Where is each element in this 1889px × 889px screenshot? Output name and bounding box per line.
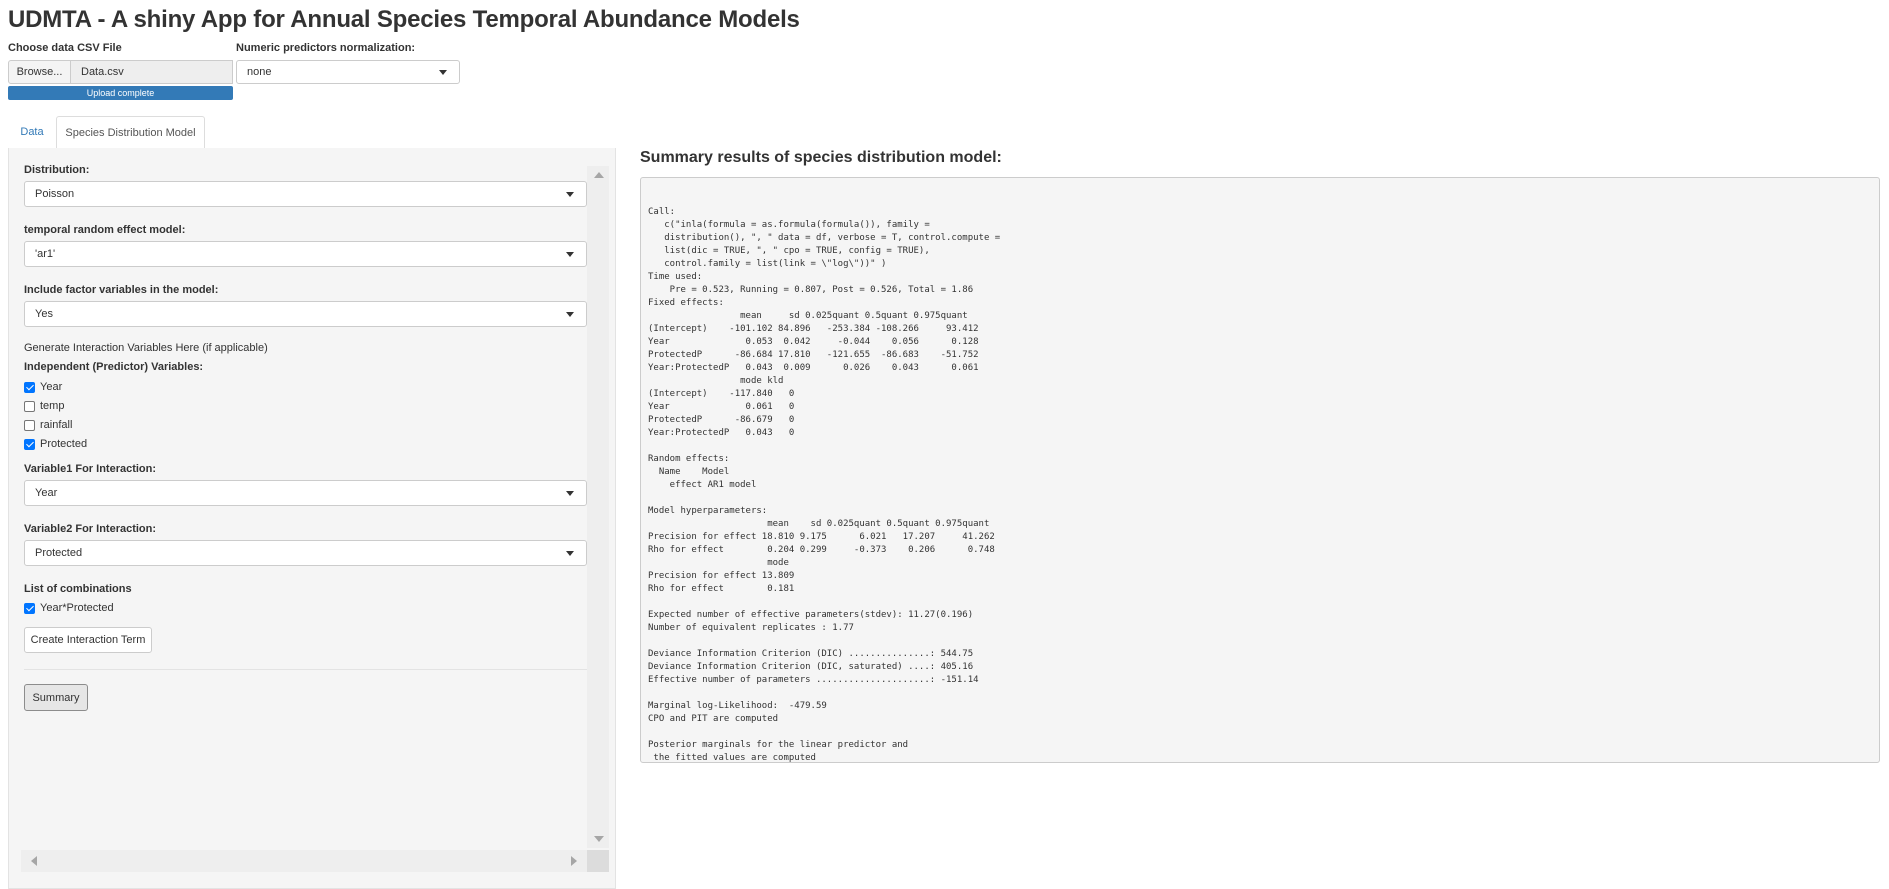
normalization-value: none [247, 66, 272, 78]
distribution-label: Distribution: [24, 164, 90, 176]
factor-value: Yes [35, 308, 53, 320]
factor-label: Include factor variables in the model: [24, 284, 219, 296]
app-title: UDMTA - A shiny App for Annual Species T… [8, 6, 800, 33]
distribution-value: Poisson [35, 188, 75, 200]
upload-progress-bar: Upload complete [8, 86, 233, 100]
combination-label: Year*Protected [40, 602, 114, 614]
file-input-group: Browse... Data.csv Upload complete [8, 60, 233, 100]
predictor-label: rainfall [40, 419, 73, 431]
predictor-label: temp [40, 400, 65, 412]
scroll-up-icon[interactable] [594, 172, 604, 178]
combination-checkbox-year-protected[interactable]: Year*Protected [24, 601, 114, 615]
var2-select[interactable]: Protected [24, 540, 587, 566]
file-name-field[interactable]: Data.csv [71, 60, 233, 84]
predictor-checkbox-temp[interactable]: temp [24, 399, 64, 413]
scroll-down-icon[interactable] [594, 836, 604, 842]
caret-down-icon [439, 70, 447, 75]
checkbox-unchecked-icon[interactable] [24, 400, 35, 412]
checkbox-checked-icon[interactable] [24, 602, 35, 614]
caret-down-icon [566, 491, 574, 496]
caret-down-icon [566, 551, 574, 556]
normalization-select[interactable]: none [236, 60, 460, 84]
scroll-left-icon[interactable] [31, 856, 37, 866]
caret-down-icon [566, 312, 574, 317]
horizontal-scrollbar[interactable] [21, 850, 587, 872]
results-text: Call: c("inla(formula = as.formula(formu… [648, 207, 1001, 763]
var2-label: Variable2 For Interaction: [24, 523, 157, 535]
checkbox-unchecked-icon[interactable] [24, 419, 35, 431]
checkbox-checked-icon[interactable] [24, 381, 35, 393]
normalization-label: Numeric predictors normalization: [236, 42, 416, 54]
predictor-checkbox-year[interactable]: Year [24, 380, 62, 394]
factor-select[interactable]: Yes [24, 301, 587, 327]
file-input-label: Choose data CSV File [8, 42, 122, 54]
tab-bar: Data Species Distribution Model [8, 116, 616, 149]
scroll-right-icon[interactable] [571, 856, 577, 866]
tab-data[interactable]: Data [8, 116, 56, 148]
sidebar-panel: Distribution: Poisson temporal random ef… [8, 148, 616, 889]
browse-button[interactable]: Browse... [8, 60, 71, 84]
distribution-select[interactable]: Poisson [24, 181, 587, 207]
var1-select[interactable]: Year [24, 480, 587, 506]
var2-value: Protected [35, 547, 83, 559]
predictors-label: Independent (Predictor) Variables: [24, 361, 204, 373]
var1-value: Year [35, 487, 58, 499]
results-output-box: Call: c("inla(formula = as.formula(formu… [640, 177, 1880, 763]
predictor-label: Protected [40, 438, 88, 450]
vertical-scrollbar[interactable] [587, 166, 609, 848]
combinations-label: List of combinations [24, 583, 132, 595]
tab-species-distribution-model[interactable]: Species Distribution Model [56, 116, 205, 149]
predictor-checkbox-rainfall[interactable]: rainfall [24, 418, 72, 432]
divider [24, 669, 587, 670]
caret-down-icon [566, 192, 574, 197]
create-interaction-button[interactable]: Create Interaction Term [24, 627, 152, 653]
results-title: Summary results of species distribution … [640, 149, 1002, 166]
temporal-value: 'ar1' [35, 248, 56, 260]
temporal-select[interactable]: 'ar1' [24, 241, 587, 267]
predictor-label: Year [40, 381, 63, 393]
checkbox-checked-icon[interactable] [24, 438, 35, 450]
summary-button[interactable]: Summary [24, 684, 88, 711]
temporal-label: temporal random effect model: [24, 224, 186, 236]
predictor-checkbox-protected[interactable]: Protected [24, 437, 87, 451]
interaction-note: Generate Interaction Variables Here (if … [24, 342, 268, 354]
var1-label: Variable1 For Interaction: [24, 463, 157, 475]
caret-down-icon [566, 252, 574, 257]
scrollbar-corner [587, 850, 609, 872]
